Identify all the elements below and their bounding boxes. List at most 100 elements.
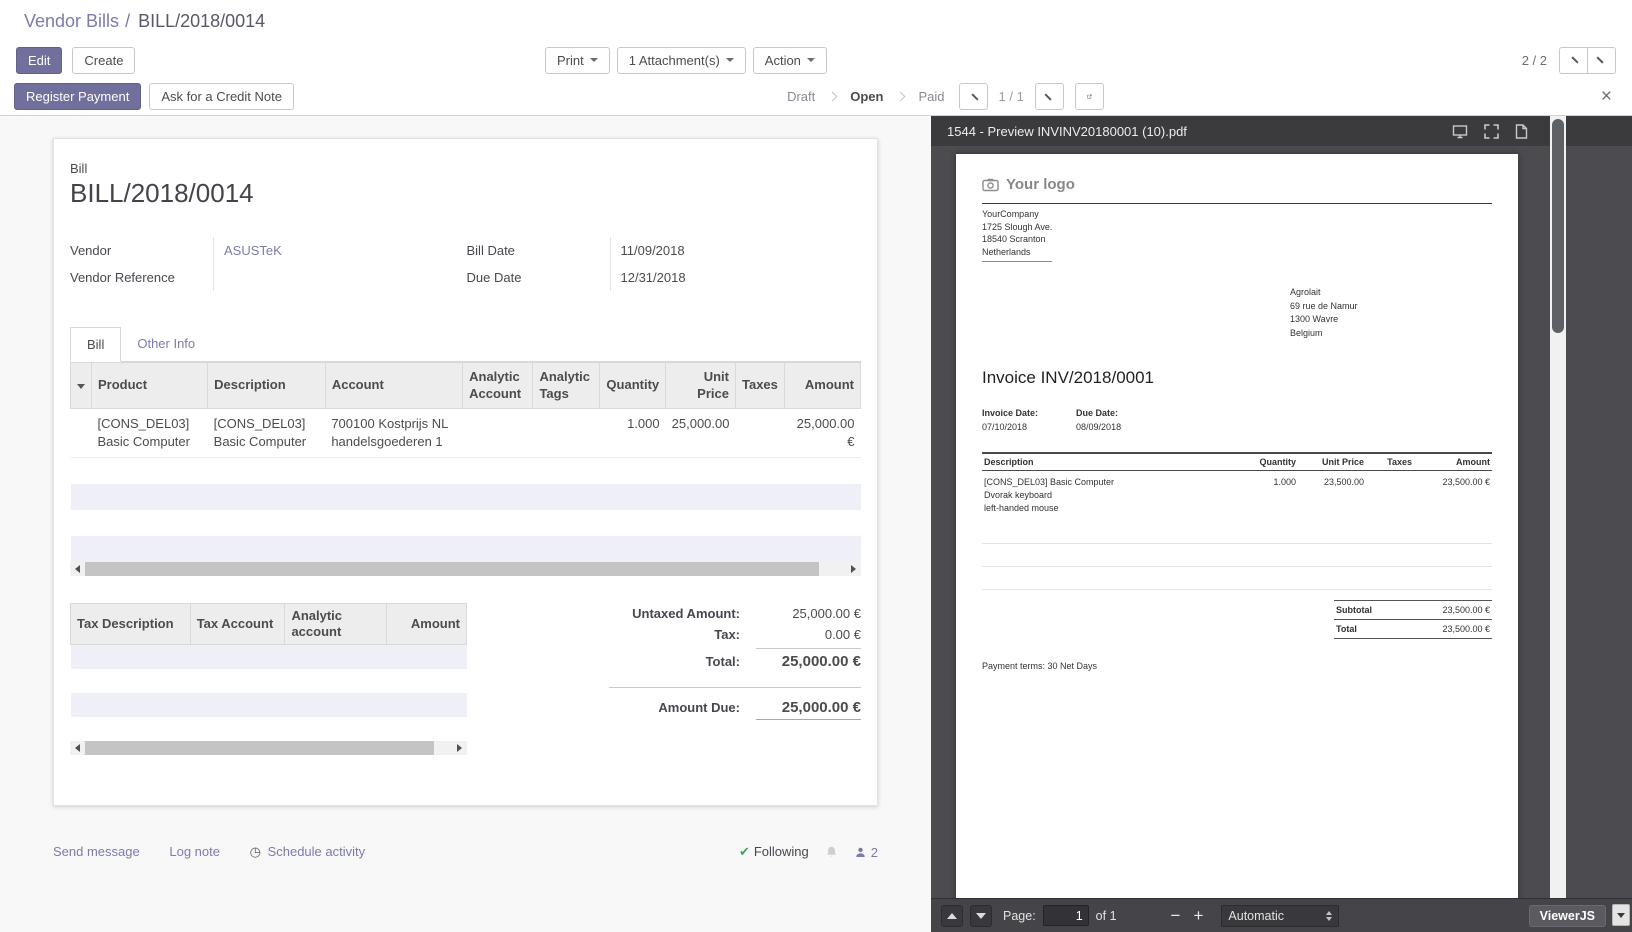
attachment-next-button[interactable] [1035, 83, 1064, 110]
row-handle [71, 409, 92, 458]
column-header-taxes[interactable]: Taxes [735, 363, 784, 409]
bill-date-value: 11/09/2018 [621, 243, 685, 258]
due-date-label: Due Date [467, 270, 610, 285]
followers-count-button[interactable]: 2 [854, 845, 878, 860]
download-icon[interactable] [1515, 124, 1528, 139]
log-note-link[interactable]: Log note [169, 844, 220, 859]
breadcrumb-parent-link[interactable]: Vendor Bills [24, 11, 119, 32]
zoom-in-button[interactable]: + [1190, 907, 1206, 924]
tab-other-info[interactable]: Other Info [121, 327, 211, 362]
column-header-tax-description[interactable]: Tax Description [71, 603, 191, 645]
scroll-right-button[interactable] [846, 562, 861, 576]
tax-value: 0.00 € [756, 627, 861, 642]
column-header-description[interactable]: Description [208, 363, 326, 409]
schedule-activity-link[interactable]: ◷ Schedule activity [250, 844, 366, 859]
empty-tax-row [71, 645, 467, 669]
bill-date-label: Bill Date [467, 243, 610, 258]
pdf-viewer-header: 1544 - Preview INVINV20180001 (10).pdf [931, 116, 1632, 146]
amount-due-value: 25,000.00 € [756, 699, 861, 720]
page-count-label: of 1 [1096, 909, 1117, 923]
page-label: Page: [1003, 909, 1036, 923]
pdf-viewer-toolbar: Page: of 1 − + Automatic ViewerJS [931, 898, 1632, 932]
print-dropdown-button[interactable]: Print [545, 47, 610, 74]
empty-line-row [71, 536, 861, 562]
column-header-account[interactable]: Account [325, 363, 462, 409]
tab-bill[interactable]: Bill [70, 327, 121, 362]
bell-icon[interactable] [825, 845, 838, 859]
field-group: Vendor ASUSTeK Vendor Reference Bill Dat… [70, 237, 861, 291]
previous-page-button[interactable] [941, 905, 963, 927]
edit-button[interactable]: Edit [16, 47, 62, 74]
empty-tax-row [71, 717, 467, 741]
invoice-date-block: Invoice Date: 07/10/2018 [982, 408, 1038, 432]
create-button[interactable]: Create [72, 47, 135, 74]
scroll-left-button[interactable] [70, 562, 85, 576]
attachment-preview-panel: 1544 - Preview INVINV20180001 (10).pdf Y… [931, 116, 1632, 932]
invoice-title: Invoice INV/2018/0001 [982, 368, 1492, 388]
chevron-left-icon [971, 93, 978, 100]
cell-unit-price: 25,000.00 [666, 409, 736, 458]
column-header-amount[interactable]: Amount [784, 363, 860, 409]
attachments-dropdown-button[interactable]: 1 Attachment(s) [617, 47, 746, 74]
send-message-link[interactable]: Send message [53, 844, 140, 859]
close-icon: × [1601, 86, 1612, 107]
pdf-viewport: Your logo YourCompany 1725 Slough Ave. 1… [931, 146, 1632, 898]
scrollbar-thumb[interactable] [1552, 119, 1564, 333]
scroll-left-button[interactable] [70, 741, 85, 755]
document-type-label: Bill [70, 161, 861, 176]
column-header-analytic-account[interactable]: Analytic account [285, 603, 387, 645]
presentation-mode-icon[interactable] [1452, 124, 1468, 139]
sort-column-header[interactable] [71, 363, 92, 409]
fullscreen-icon[interactable] [1484, 124, 1499, 139]
column-header-analytic-account[interactable]: Analytic Account [463, 363, 533, 409]
cell-product: [CONS_DEL03] Basic Computer [92, 409, 208, 458]
cell-description: [CONS_DEL03] Basic Computer [208, 409, 326, 458]
external-link-icon [1087, 90, 1092, 103]
page-number-input[interactable] [1043, 905, 1089, 926]
action-dropdown-button[interactable]: Action [753, 47, 827, 74]
invoice-lines-table: Product Description Account Analytic Acc… [70, 362, 861, 562]
ask-credit-note-button[interactable]: Ask for a Credit Note [149, 83, 294, 110]
vendor-value-link[interactable]: ASUSTeK [224, 243, 282, 258]
following-button[interactable]: ✔Following [739, 844, 809, 860]
column-header-product[interactable]: Product [92, 363, 208, 409]
scrollbar-thumb[interactable] [85, 562, 819, 576]
scroll-left-icon [75, 565, 80, 573]
pager-next-button[interactable] [1587, 47, 1616, 74]
zoom-level-select[interactable]: Automatic [1221, 905, 1339, 927]
scroll-down-button[interactable] [1612, 904, 1630, 926]
bill-number-title: BILL/2018/0014 [70, 178, 861, 209]
column-header-amount[interactable]: Amount [387, 603, 467, 645]
bill-form-sheet: Bill BILL/2018/0014 Vendor ASUSTeK Vendo… [53, 138, 878, 806]
chevron-down-icon [590, 58, 598, 62]
arrow-up-icon [947, 913, 957, 919]
next-page-button[interactable] [970, 905, 992, 927]
pager-previous-button[interactable] [1559, 47, 1588, 74]
statusbar-separator-icon [896, 92, 906, 102]
column-header-analytic-tags[interactable]: Analytic Tags [533, 363, 600, 409]
status-state-paid[interactable]: Paid [916, 89, 946, 104]
status-state-draft[interactable]: Draft [785, 89, 817, 104]
breadcrumb: Vendor Bills / BILL/2018/0014 [0, 0, 1632, 42]
open-attachment-button[interactable] [1075, 83, 1104, 110]
scrollbar-track [85, 741, 452, 755]
attachment-previous-button[interactable] [959, 83, 988, 110]
column-header-quantity[interactable]: Quantity [600, 363, 666, 409]
zoom-out-button[interactable]: − [1168, 907, 1184, 924]
scroll-right-button[interactable] [452, 741, 467, 755]
total-label: Total: [706, 654, 740, 669]
pdf-vertical-scrollbar [1550, 116, 1566, 898]
invoice-line-row[interactable]: [CONS_DEL03] Basic Computer [CONS_DEL03]… [71, 409, 861, 458]
scrollbar-thumb[interactable] [85, 741, 434, 755]
empty-line-row [71, 484, 861, 510]
register-payment-button[interactable]: Register Payment [14, 83, 141, 110]
viewerjs-brand-button[interactable]: ViewerJS [1529, 905, 1606, 927]
column-header-tax-account[interactable]: Tax Account [190, 603, 285, 645]
cell-quantity: 1.000 [600, 409, 666, 458]
statusbar: Draft Open Paid [785, 89, 946, 104]
close-preview-button[interactable]: × [1595, 87, 1618, 106]
tax-lines-table: Tax Description Tax Account Analytic acc… [70, 603, 467, 741]
column-header-unit-price[interactable]: Unit Price [666, 363, 736, 409]
status-state-open[interactable]: Open [848, 89, 885, 104]
empty-line-row [71, 458, 861, 484]
